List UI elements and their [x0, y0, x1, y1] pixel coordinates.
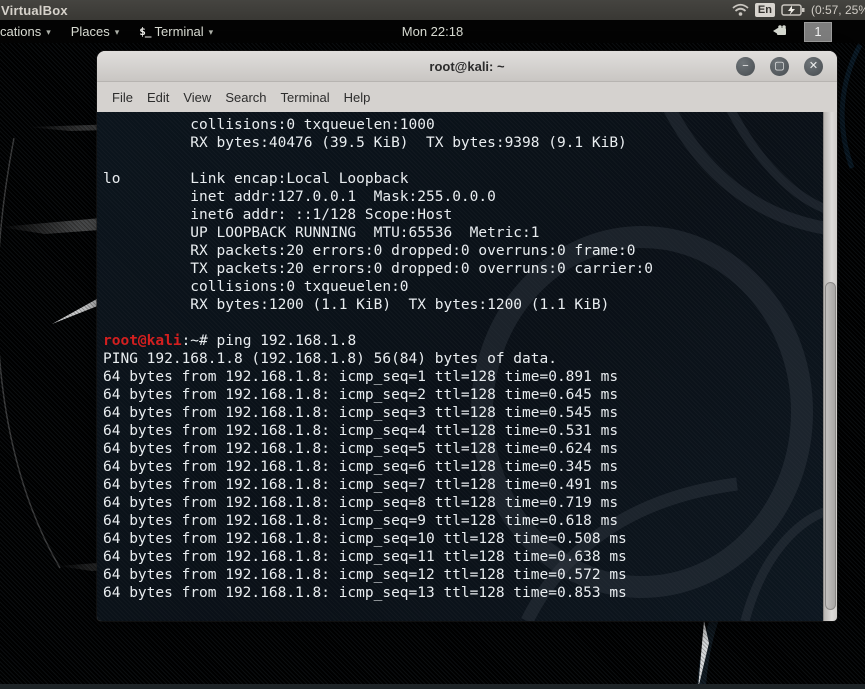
terminal-line: 64 bytes from 192.168.1.8: icmp_seq=7 tt… [103, 477, 619, 493]
terminal-line: 64 bytes from 192.168.1.8: icmp_seq=5 tt… [103, 441, 619, 457]
wifi-icon[interactable] [732, 3, 749, 17]
battery-charging-icon[interactable] [781, 4, 805, 16]
prompt-user: root@kali [103, 333, 182, 349]
terminal-scrollbar[interactable] [823, 112, 837, 621]
menu-view[interactable]: View [176, 90, 218, 105]
terminal-output[interactable]: collisions:0 txqueuelen:1000 RX bytes:40… [97, 112, 837, 602]
keyboard-layout-badge[interactable]: En [754, 3, 775, 17]
terminal-line: 64 bytes from 192.168.1.8: icmp_seq=4 tt… [103, 423, 619, 439]
menu-help[interactable]: Help [337, 90, 378, 105]
terminal-line: 64 bytes from 192.168.1.8: icmp_seq=11 t… [103, 549, 627, 565]
screen-bottom-edge [0, 684, 865, 689]
window-controls: − ▢ ✕ [736, 57, 823, 76]
applications-menu-label: cations [0, 24, 42, 39]
terminal-line: 64 bytes from 192.168.1.8: icmp_seq=12 t… [103, 567, 627, 583]
terminal-line: inet addr:127.0.0.1 Mask:255.0.0.0 [103, 189, 496, 205]
chevron-down-icon: ▾ [46, 26, 51, 37]
panel-left-group: cations ▾ Places ▾ $_ Terminal ▾ [0, 20, 223, 43]
menu-terminal[interactable]: Terminal [274, 90, 337, 105]
menu-search[interactable]: Search [218, 90, 273, 105]
menu-edit[interactable]: Edit [140, 90, 176, 105]
scrollbar-thumb[interactable] [825, 282, 836, 610]
virtualbox-screen: VirtualBox En (0:57, 25% cations ▾ Place… [0, 0, 865, 689]
terminal-line: 64 bytes from 192.168.1.8: icmp_seq=13 t… [103, 585, 627, 601]
terminal-line: 64 bytes from 192.168.1.8: icmp_seq=1 tt… [103, 369, 619, 385]
terminal-line: inet6 addr: ::1/128 Scope:Host [103, 207, 453, 223]
terminal-menubar: File Edit View Search Terminal Help [97, 82, 837, 112]
terminal-line: 64 bytes from 192.168.1.8: icmp_seq=6 tt… [103, 459, 619, 475]
minimize-button[interactable]: − [736, 57, 755, 76]
screen-record-camera-icon[interactable] [772, 25, 790, 38]
chevron-down-icon: ▾ [208, 26, 214, 37]
terminal-line: 64 bytes from 192.168.1.8: icmp_seq=9 tt… [103, 513, 619, 529]
terminal-line: 64 bytes from 192.168.1.8: icmp_seq=10 t… [103, 531, 627, 547]
terminal-body: collisions:0 txqueuelen:1000 RX bytes:40… [97, 112, 837, 621]
terminal-line: collisions:0 txqueuelen:1000 [103, 117, 435, 133]
chevron-down-icon: ▾ [114, 26, 120, 37]
terminal-line: TX packets:20 errors:0 dropped:0 overrun… [103, 261, 653, 277]
panel-right-group: 1 [772, 20, 865, 43]
terminal-line: 64 bytes from 192.168.1.8: icmp_seq=2 tt… [103, 387, 619, 403]
desktop-wallpaper: root@kali: ~ − ▢ ✕ File Edit View Search Ter… [0, 43, 865, 689]
terminal-line: RX bytes:40476 (39.5 KiB) TX bytes:9398 … [103, 135, 627, 151]
terminal-window: root@kali: ~ − ▢ ✕ File Edit View Search Ter… [97, 51, 837, 621]
host-status-area: En (0:57, 25% [732, 0, 865, 20]
window-title: root@kali: ~ [429, 58, 505, 74]
applications-menu[interactable]: cations ▾ [0, 20, 61, 43]
terminal-line: RX bytes:1200 (1.1 KiB) TX bytes:1200 (1… [103, 297, 610, 313]
places-menu[interactable]: Places ▾ [61, 20, 130, 43]
terminal-line: RX packets:20 errors:0 dropped:0 overrun… [103, 243, 636, 259]
terminal-app-menu-label: Terminal [154, 24, 204, 39]
top-panel: cations ▾ Places ▾ $_ Terminal ▾ Mon 22:… [0, 20, 865, 43]
terminal-line: PING 192.168.1.8 (192.168.1.8) 56(84) by… [103, 351, 557, 367]
menu-file[interactable]: File [105, 90, 140, 105]
terminal-app-icon: $_ [139, 25, 151, 38]
host-titlebar: VirtualBox En (0:57, 25% [0, 0, 865, 20]
terminal-line: collisions:0 txqueuelen:0 [103, 279, 409, 295]
battery-status-text: (0:57, 25% [810, 3, 865, 17]
close-button[interactable]: ✕ [804, 57, 823, 76]
terminal-titlebar[interactable]: root@kali: ~ − ▢ ✕ [97, 51, 837, 82]
host-window-title: VirtualBox [1, 2, 68, 18]
terminal-line: root@kali:~# ping 192.168.1.8 [103, 333, 357, 349]
terminal-line: UP LOOPBACK RUNNING MTU:65536 Metric:1 [103, 225, 540, 241]
maximize-button[interactable]: ▢ [770, 57, 789, 76]
terminal-line: 64 bytes from 192.168.1.8: icmp_seq=8 tt… [103, 495, 619, 511]
terminal-line: 64 bytes from 192.168.1.8: icmp_seq=3 tt… [103, 405, 619, 421]
clock[interactable]: Mon 22:18 [394, 20, 471, 43]
command-text: ping 192.168.1.8 [207, 333, 357, 349]
terminal-app-menu[interactable]: $_ Terminal ▾ [129, 20, 223, 43]
terminal-line: lo Link encap:Local Loopback [103, 171, 409, 187]
workspace-indicator[interactable]: 1 [804, 21, 832, 42]
places-menu-label: Places [70, 24, 110, 39]
